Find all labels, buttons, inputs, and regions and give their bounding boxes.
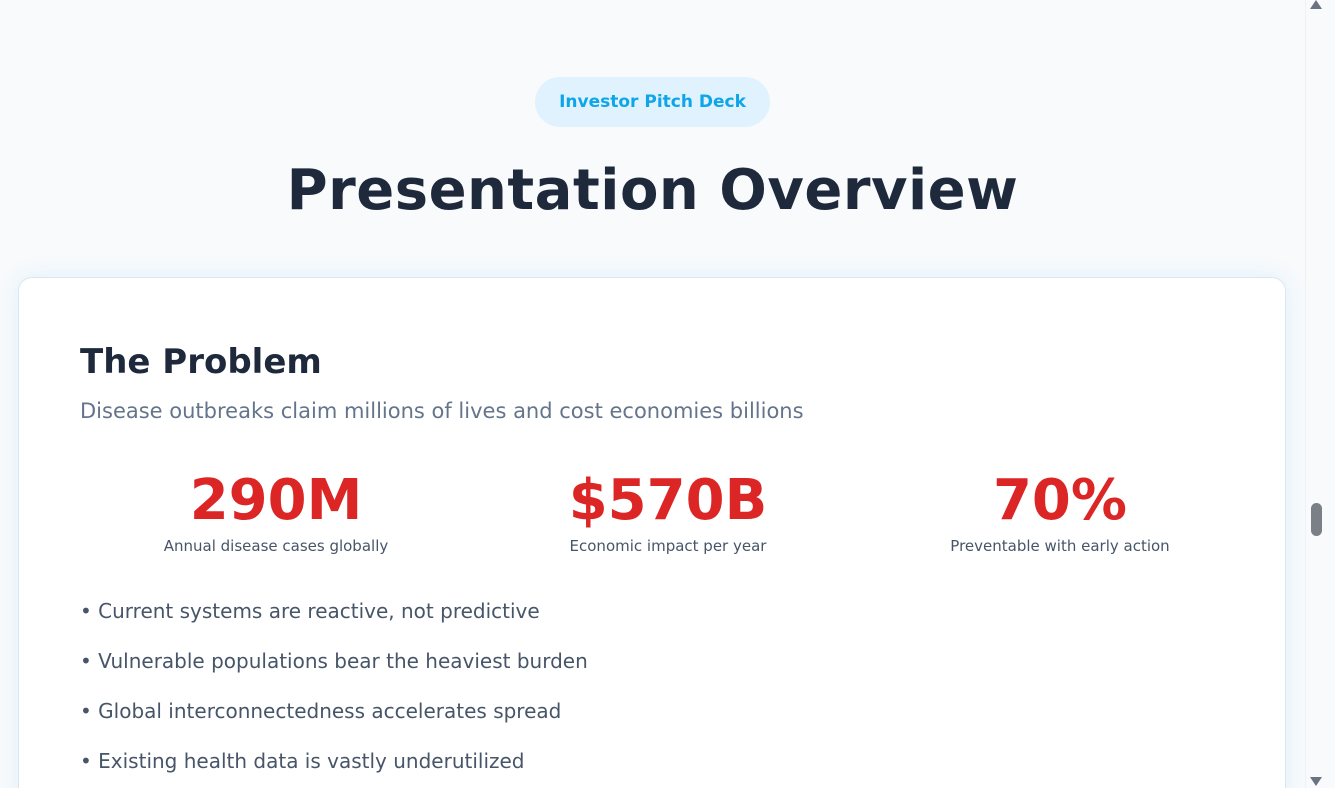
list-item: • Existing health data is vastly underut… [80,749,525,773]
section-title: The Problem [80,342,322,382]
stat-value: $570B [568,468,768,533]
pitch-deck-badge: Investor Pitch Deck [535,77,770,127]
scroll-down-arrow-icon[interactable] [1310,777,1322,786]
list-item: • Current systems are reactive, not pred… [80,599,540,623]
problem-card: The Problem Disease outbreaks claim mill… [18,277,1286,788]
section-subtitle: Disease outbreaks claim millions of live… [80,399,804,423]
stat-economic-impact: $570B Economic impact per year [472,468,864,568]
stat-value: 70% [992,468,1128,533]
stat-cases: 290M Annual disease cases globally [80,468,472,568]
vertical-scrollbar[interactable] [1305,0,1335,788]
stat-label: Annual disease cases globally [163,537,389,555]
list-item: • Vulnerable populations bear the heavie… [80,649,588,673]
page-title: Presentation Overview [286,158,1019,223]
badge-label: Investor Pitch Deck [559,92,746,112]
stat-label: Economic impact per year [569,537,767,555]
problem-bullet-list: • Current systems are reactive, not pred… [80,596,588,788]
scrollbar-divider [1305,0,1306,788]
stat-label: Preventable with early action [950,537,1170,555]
scroll-up-arrow-icon[interactable] [1310,0,1322,9]
page: Investor Pitch Deck Presentation Overvie… [0,0,1335,788]
main-content: Investor Pitch Deck Presentation Overvie… [0,0,1305,788]
stat-value: 290M [189,468,363,533]
list-item: • Global interconnectedness accelerates … [80,699,562,723]
stat-preventable: 70% Preventable with early action [864,468,1256,568]
scrollbar-thumb[interactable] [1311,503,1322,536]
stats-row: 290M Annual disease cases globally $570B… [80,468,1256,568]
